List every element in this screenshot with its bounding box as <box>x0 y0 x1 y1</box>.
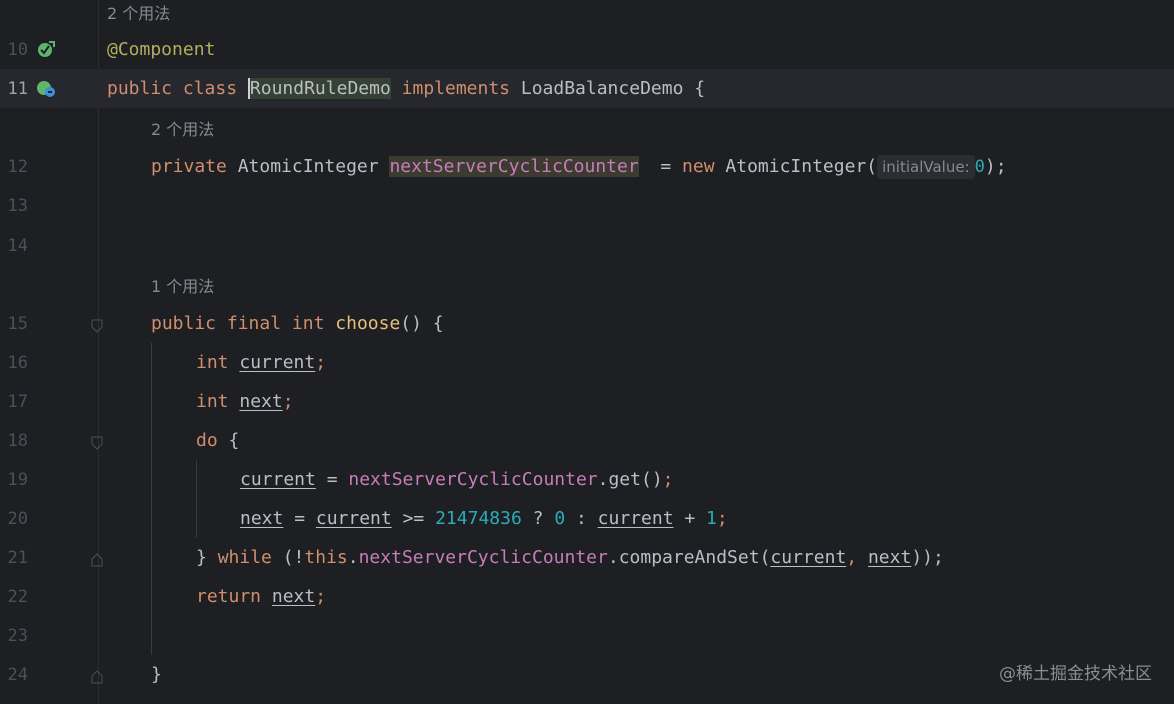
code-line-17[interactable]: 17 int next; <box>0 382 1174 421</box>
code-text: current = nextServerCyclicCounter.get(); <box>240 469 674 490</box>
field-usage-hint[interactable]: 2 个用法 <box>151 116 214 140</box>
code-line-21[interactable]: 21 } while (!this.nextServerCyclicCounte… <box>0 538 1174 577</box>
line-number: 21 <box>7 547 28 568</box>
line-number: 20 <box>7 508 28 529</box>
code-line-19[interactable]: 19 current = nextServerCyclicCounter.get… <box>0 460 1174 499</box>
code-line-18[interactable]: 18 do { <box>0 421 1174 460</box>
code-line-12[interactable]: 12 private AtomicInteger nextServerCycli… <box>0 147 1174 186</box>
code-line-15[interactable]: 15 public final int choose() { <box>0 304 1174 343</box>
line-number: 11 <box>7 78 28 99</box>
code-editor[interactable]: 2 个用法 10 @Component 11 public class Roun… <box>0 0 1174 704</box>
field-highlight: nextServerCyclicCounter <box>389 155 639 177</box>
line-number: 22 <box>7 586 28 607</box>
usage-hint-row: 2 个用法 <box>0 108 1174 147</box>
fold-marker-icon[interactable] <box>91 434 103 450</box>
line-number: 23 <box>7 625 28 646</box>
line-number: 13 <box>7 195 28 216</box>
code-line-22[interactable]: 22 return next; <box>0 577 1174 616</box>
usage-hint-row: 1 个用法 <box>0 265 1174 304</box>
code-text: @Component <box>107 39 216 60</box>
code-text: int current; <box>196 352 327 373</box>
code-line-16[interactable]: 16 int current; <box>0 343 1174 382</box>
code-text: return next; <box>196 586 327 607</box>
indent-guide <box>196 460 197 538</box>
implementation-icon[interactable] <box>36 78 56 98</box>
line-number: 19 <box>7 469 28 490</box>
code-text: } while (!this.nextServerCyclicCounter.c… <box>196 547 944 568</box>
code-text: } <box>151 664 162 685</box>
class-name-highlight: RoundRuleDemo <box>247 78 391 99</box>
code-text: do { <box>196 430 240 451</box>
code-line-10[interactable]: 10 @Component <box>0 30 1174 69</box>
code-line-20[interactable]: 20 next = current >= 21474836 ? 0 : curr… <box>0 499 1174 538</box>
fold-end-icon[interactable] <box>91 668 103 684</box>
class-usage-hint[interactable]: 2 个用法 <box>107 0 170 24</box>
indent-guide <box>151 343 152 655</box>
code-text: private AtomicInteger nextServerCyclicCo… <box>151 154 1007 179</box>
code-text: public class RoundRuleDemo implements Lo… <box>107 78 706 99</box>
parameter-name-hint: initialValue: <box>877 154 975 179</box>
code-line-11[interactable]: 11 public class RoundRuleDemo implements… <box>0 69 1174 108</box>
code-text: next = current >= 21474836 ? 0 : current… <box>240 508 728 529</box>
code-line-23[interactable]: 23 <box>0 616 1174 655</box>
code-text: public final int choose() { <box>151 313 444 334</box>
code-line-14[interactable]: 14 <box>0 226 1174 265</box>
line-number: 15 <box>7 313 28 334</box>
watermark: @稀土掘金技术社区 <box>999 664 1152 684</box>
line-number: 18 <box>7 430 28 451</box>
line-number: 24 <box>7 664 28 685</box>
method-usage-hint[interactable]: 1 个用法 <box>151 273 214 297</box>
line-number: 10 <box>7 39 28 60</box>
code-text: int next; <box>196 391 294 412</box>
fold-marker-icon[interactable] <box>91 317 103 333</box>
usage-hint-row: 2 个用法 <box>0 0 1174 31</box>
line-number: 17 <box>7 391 28 412</box>
code-line-24[interactable]: 24 } <box>0 655 1174 694</box>
code-line-13[interactable]: 13 <box>0 186 1174 225</box>
line-number: 14 <box>7 235 28 256</box>
line-number: 16 <box>7 352 28 373</box>
spring-bean-icon[interactable] <box>36 39 56 59</box>
fold-end-icon[interactable] <box>91 551 103 567</box>
line-number: 12 <box>7 156 28 177</box>
